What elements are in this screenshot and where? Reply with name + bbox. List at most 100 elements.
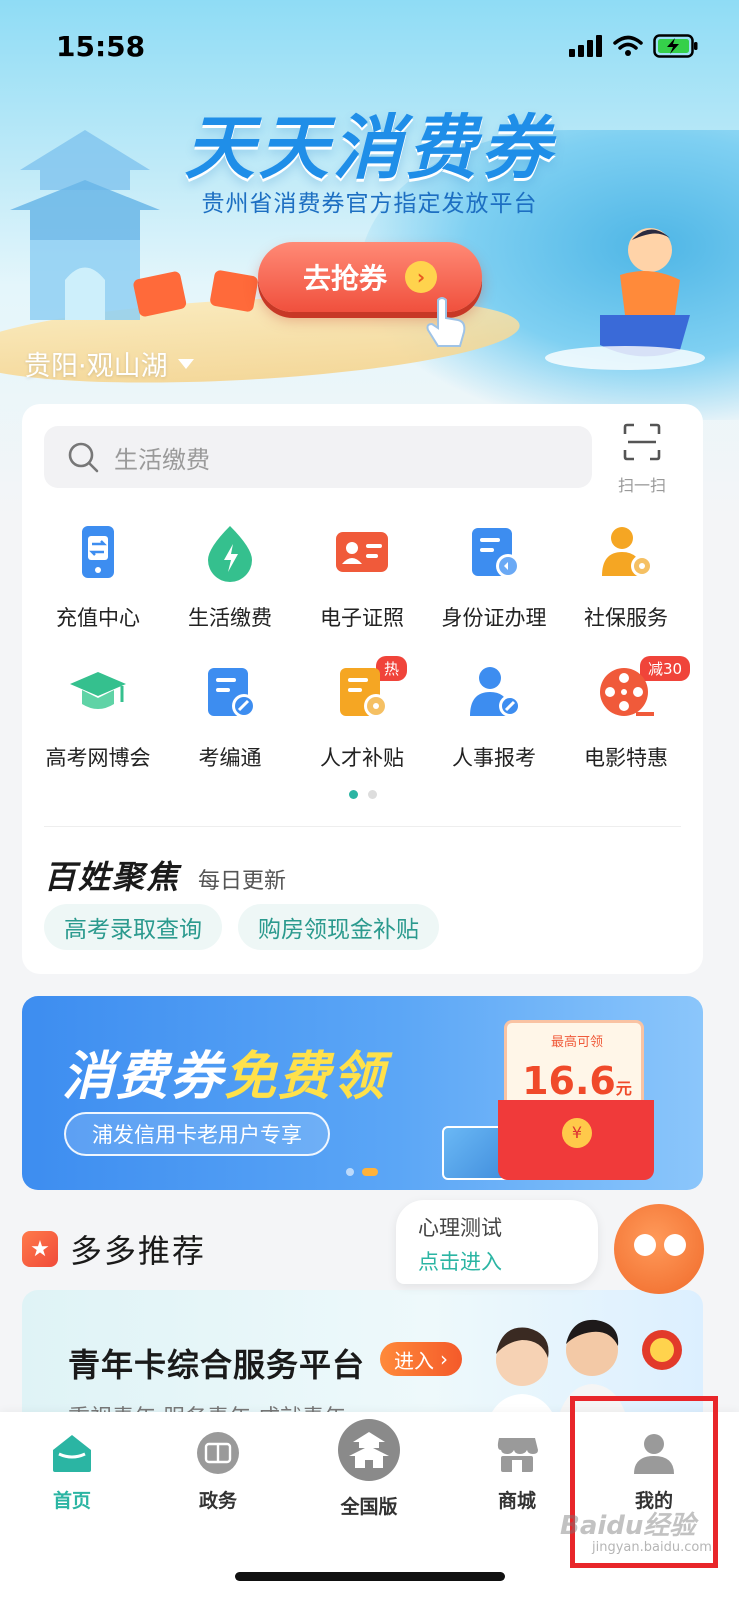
scan-label: 扫一扫 — [617, 476, 666, 495]
psychology-test-bubble[interactable]: 心理测试 点击进入 — [396, 1200, 598, 1284]
banner-page-indicator — [346, 1168, 378, 1176]
tab-national[interactable]: 全国版 — [309, 1419, 429, 1519]
hero-title: 天天消费券 — [184, 107, 555, 189]
status-bar: 15:58 — [0, 0, 739, 90]
service-label: 电子证照 — [320, 606, 404, 630]
page-dot-active — [362, 1168, 378, 1176]
chip-housing-subsidy[interactable]: 购房领现金补贴 — [238, 904, 439, 950]
search-input[interactable]: 生活缴费 — [44, 426, 592, 488]
youth-title: 青年卡综合服务平台 — [68, 1346, 366, 1384]
divider — [44, 826, 681, 827]
recharge-icon — [82, 526, 114, 578]
service-gaokao-fair[interactable]: 高考网博会 — [32, 662, 164, 802]
tab-home[interactable]: 首页 — [12, 1430, 132, 1513]
focus-subtitle: 每日更新 — [198, 869, 287, 894]
watermark: Baidu经验 — [560, 1511, 696, 1541]
service-e-license[interactable]: 电子证照 — [296, 522, 428, 662]
yuan-coin-icon: ¥ — [562, 1118, 592, 1148]
watermark-url: jingyan.baidu.com — [592, 1540, 712, 1555]
psy-title: 心理测试 — [418, 1216, 502, 1240]
service-utility[interactable]: 生活缴费 — [164, 522, 296, 662]
tab-government[interactable]: 政务 — [158, 1430, 278, 1513]
focus-chips: 高考录取查询 购房领现金补贴 — [44, 904, 439, 950]
coupon-tag: 浦发信用卡老用户专享 — [64, 1112, 330, 1156]
talent-subsidy-icon — [340, 668, 388, 718]
envelope-top-text: 最高可领 — [550, 1035, 603, 1050]
services-card: 生活缴费 扫一扫 充值中心 生活缴费 电子证照 身份证办理 社保服务 高考网博会… — [22, 404, 703, 974]
grab-coupon-label: 去抢券 — [302, 262, 387, 295]
id-document-icon — [472, 528, 520, 578]
page-dot — [346, 1168, 354, 1176]
red-envelope-illustration: 最高可领 16.6元 ¥ — [498, 1020, 674, 1180]
search-icon — [68, 442, 99, 473]
store-icon — [497, 1438, 538, 1472]
hero-subtitle: 贵州省消费券官方指定发放平台 — [201, 191, 538, 217]
grid-page-indicator — [22, 790, 703, 799]
exam-document-icon — [208, 668, 256, 718]
app-home-screen: 15:58 天天消费券 贵州省消费券官方指定发放平台 去抢券 › 贵阳·观山湖 … — [0, 0, 739, 1600]
city-label: 贵阳·观山湖 — [24, 351, 168, 382]
recommend-header: ★ 多多推荐 — [22, 1226, 206, 1272]
service-kaobiantong[interactable]: 考编通 — [164, 662, 296, 802]
cellular-signal-icon — [569, 35, 602, 57]
film-reel-icon — [600, 668, 654, 716]
youth-enter-button[interactable]: 进入 › — [380, 1342, 462, 1376]
service-label: 人才补贴 — [320, 746, 404, 770]
chevron-right-icon: › — [405, 261, 437, 293]
utility-drop-icon — [208, 526, 252, 582]
coupon-title: 消费券免费领 — [62, 1034, 386, 1109]
chevron-right-icon: › — [440, 1347, 448, 1371]
surfer-illustration — [545, 228, 705, 370]
scan-button[interactable]: 扫一扫 — [612, 422, 672, 502]
service-movie-deal[interactable]: 减30 电影特惠 — [560, 656, 692, 802]
service-personnel-exam[interactable]: 人事报考 — [428, 662, 560, 802]
search-placeholder: 生活缴费 — [114, 445, 210, 474]
chevron-down-icon — [177, 358, 194, 369]
home-indicator[interactable] — [235, 1572, 505, 1581]
coupon-banner[interactable]: 消费券免费领 浦发信用卡老用户专享 最高可领 16.6元 ¥ — [22, 996, 703, 1190]
tab-label: 政务 — [198, 1490, 237, 1512]
service-label: 身份证办理 — [441, 606, 547, 630]
government-seal-icon — [197, 1432, 239, 1474]
star-icon: ★ — [22, 1231, 58, 1267]
service-label: 高考网博会 — [45, 746, 151, 770]
social-security-icon — [602, 527, 653, 577]
service-label: 考编通 — [198, 746, 262, 770]
personnel-exam-icon — [470, 667, 521, 717]
page-dot-active — [348, 790, 358, 799]
service-label: 充值中心 — [56, 606, 140, 630]
status-time: 15:58 — [56, 30, 146, 63]
envelope-amount: 16.6元 — [507, 1059, 647, 1103]
coupon-title-a: 消费券 — [62, 1047, 225, 1107]
chip-gaokao-admission[interactable]: 高考录取查询 — [44, 904, 222, 950]
tab-label: 商城 — [497, 1490, 536, 1512]
city-selector[interactable]: 贵阳·观山湖 — [24, 344, 194, 383]
recommend-title: 多多推荐 — [70, 1232, 207, 1270]
id-card-icon — [336, 532, 388, 572]
psy-link: 点击进入 — [418, 1250, 502, 1274]
service-label: 生活缴费 — [188, 606, 272, 630]
service-id-card[interactable]: 身份证办理 — [428, 522, 560, 662]
amount-unit: 元 — [615, 1079, 632, 1098]
tab-label: 全国版 — [340, 1496, 398, 1518]
pointing-hand-icon — [426, 297, 466, 347]
focus-title: 百姓聚焦 — [44, 858, 181, 896]
red-envelope-illustration — [133, 270, 258, 317]
service-label: 社保服务 — [584, 606, 668, 630]
coupon-title-b: 免费领 — [224, 1047, 387, 1107]
wifi-icon — [613, 35, 643, 56]
service-social-security[interactable]: 社保服务 — [560, 522, 692, 662]
home-icon — [53, 1435, 91, 1472]
youth-enter-label: 进入 — [394, 1348, 434, 1373]
tab-label: 首页 — [52, 1490, 91, 1512]
service-label: 电影特惠 — [584, 746, 668, 770]
service-talent-subsidy[interactable]: 热 人才补贴 — [296, 656, 428, 802]
amount-value: 16.6 — [522, 1059, 616, 1103]
scan-qr-icon — [623, 423, 661, 461]
service-label: 人事报考 — [452, 746, 536, 770]
page-dot — [367, 790, 377, 799]
mascot-icon[interactable] — [614, 1204, 704, 1294]
tab-mall[interactable]: 商城 — [457, 1430, 577, 1513]
service-recharge[interactable]: 充值中心 — [32, 522, 164, 662]
pagoda-icon — [338, 1419, 400, 1481]
